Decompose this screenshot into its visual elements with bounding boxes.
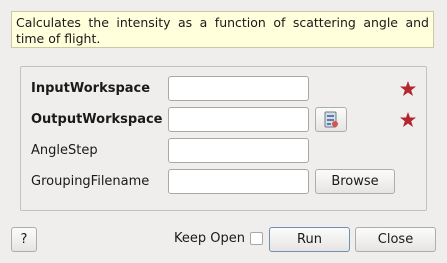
output-workspace-field[interactable] — [168, 107, 309, 132]
grouping-filename-field[interactable] — [168, 169, 309, 194]
angle-step-label: AngleStep — [31, 143, 98, 158]
run-button[interactable]: Run — [269, 227, 350, 252]
browse-button[interactable]: Browse — [315, 169, 395, 194]
keep-open-checkbox[interactable] — [250, 232, 263, 245]
input-workspace-field[interactable] — [168, 76, 309, 101]
input-workspace-label: InputWorkspace — [31, 81, 151, 96]
help-button[interactable]: ? — [11, 227, 37, 252]
output-workspace-label: OutputWorkspace — [31, 112, 163, 127]
mandatory-star-icon — [400, 112, 416, 127]
workspace-picker-button[interactable] — [315, 107, 347, 132]
properties-panel: InputWorkspace OutputWorkspace AngleStep… — [20, 66, 427, 211]
grouping-filename-label: GroupingFilename — [31, 174, 150, 189]
close-button[interactable]: Close — [355, 227, 436, 252]
angle-step-field[interactable] — [168, 138, 309, 163]
algorithm-description: Calculates the intensity as a function o… — [11, 11, 434, 48]
keep-open-label: Keep Open — [174, 231, 245, 246]
workspace-icon — [324, 111, 338, 127]
mandatory-star-icon — [400, 81, 416, 96]
